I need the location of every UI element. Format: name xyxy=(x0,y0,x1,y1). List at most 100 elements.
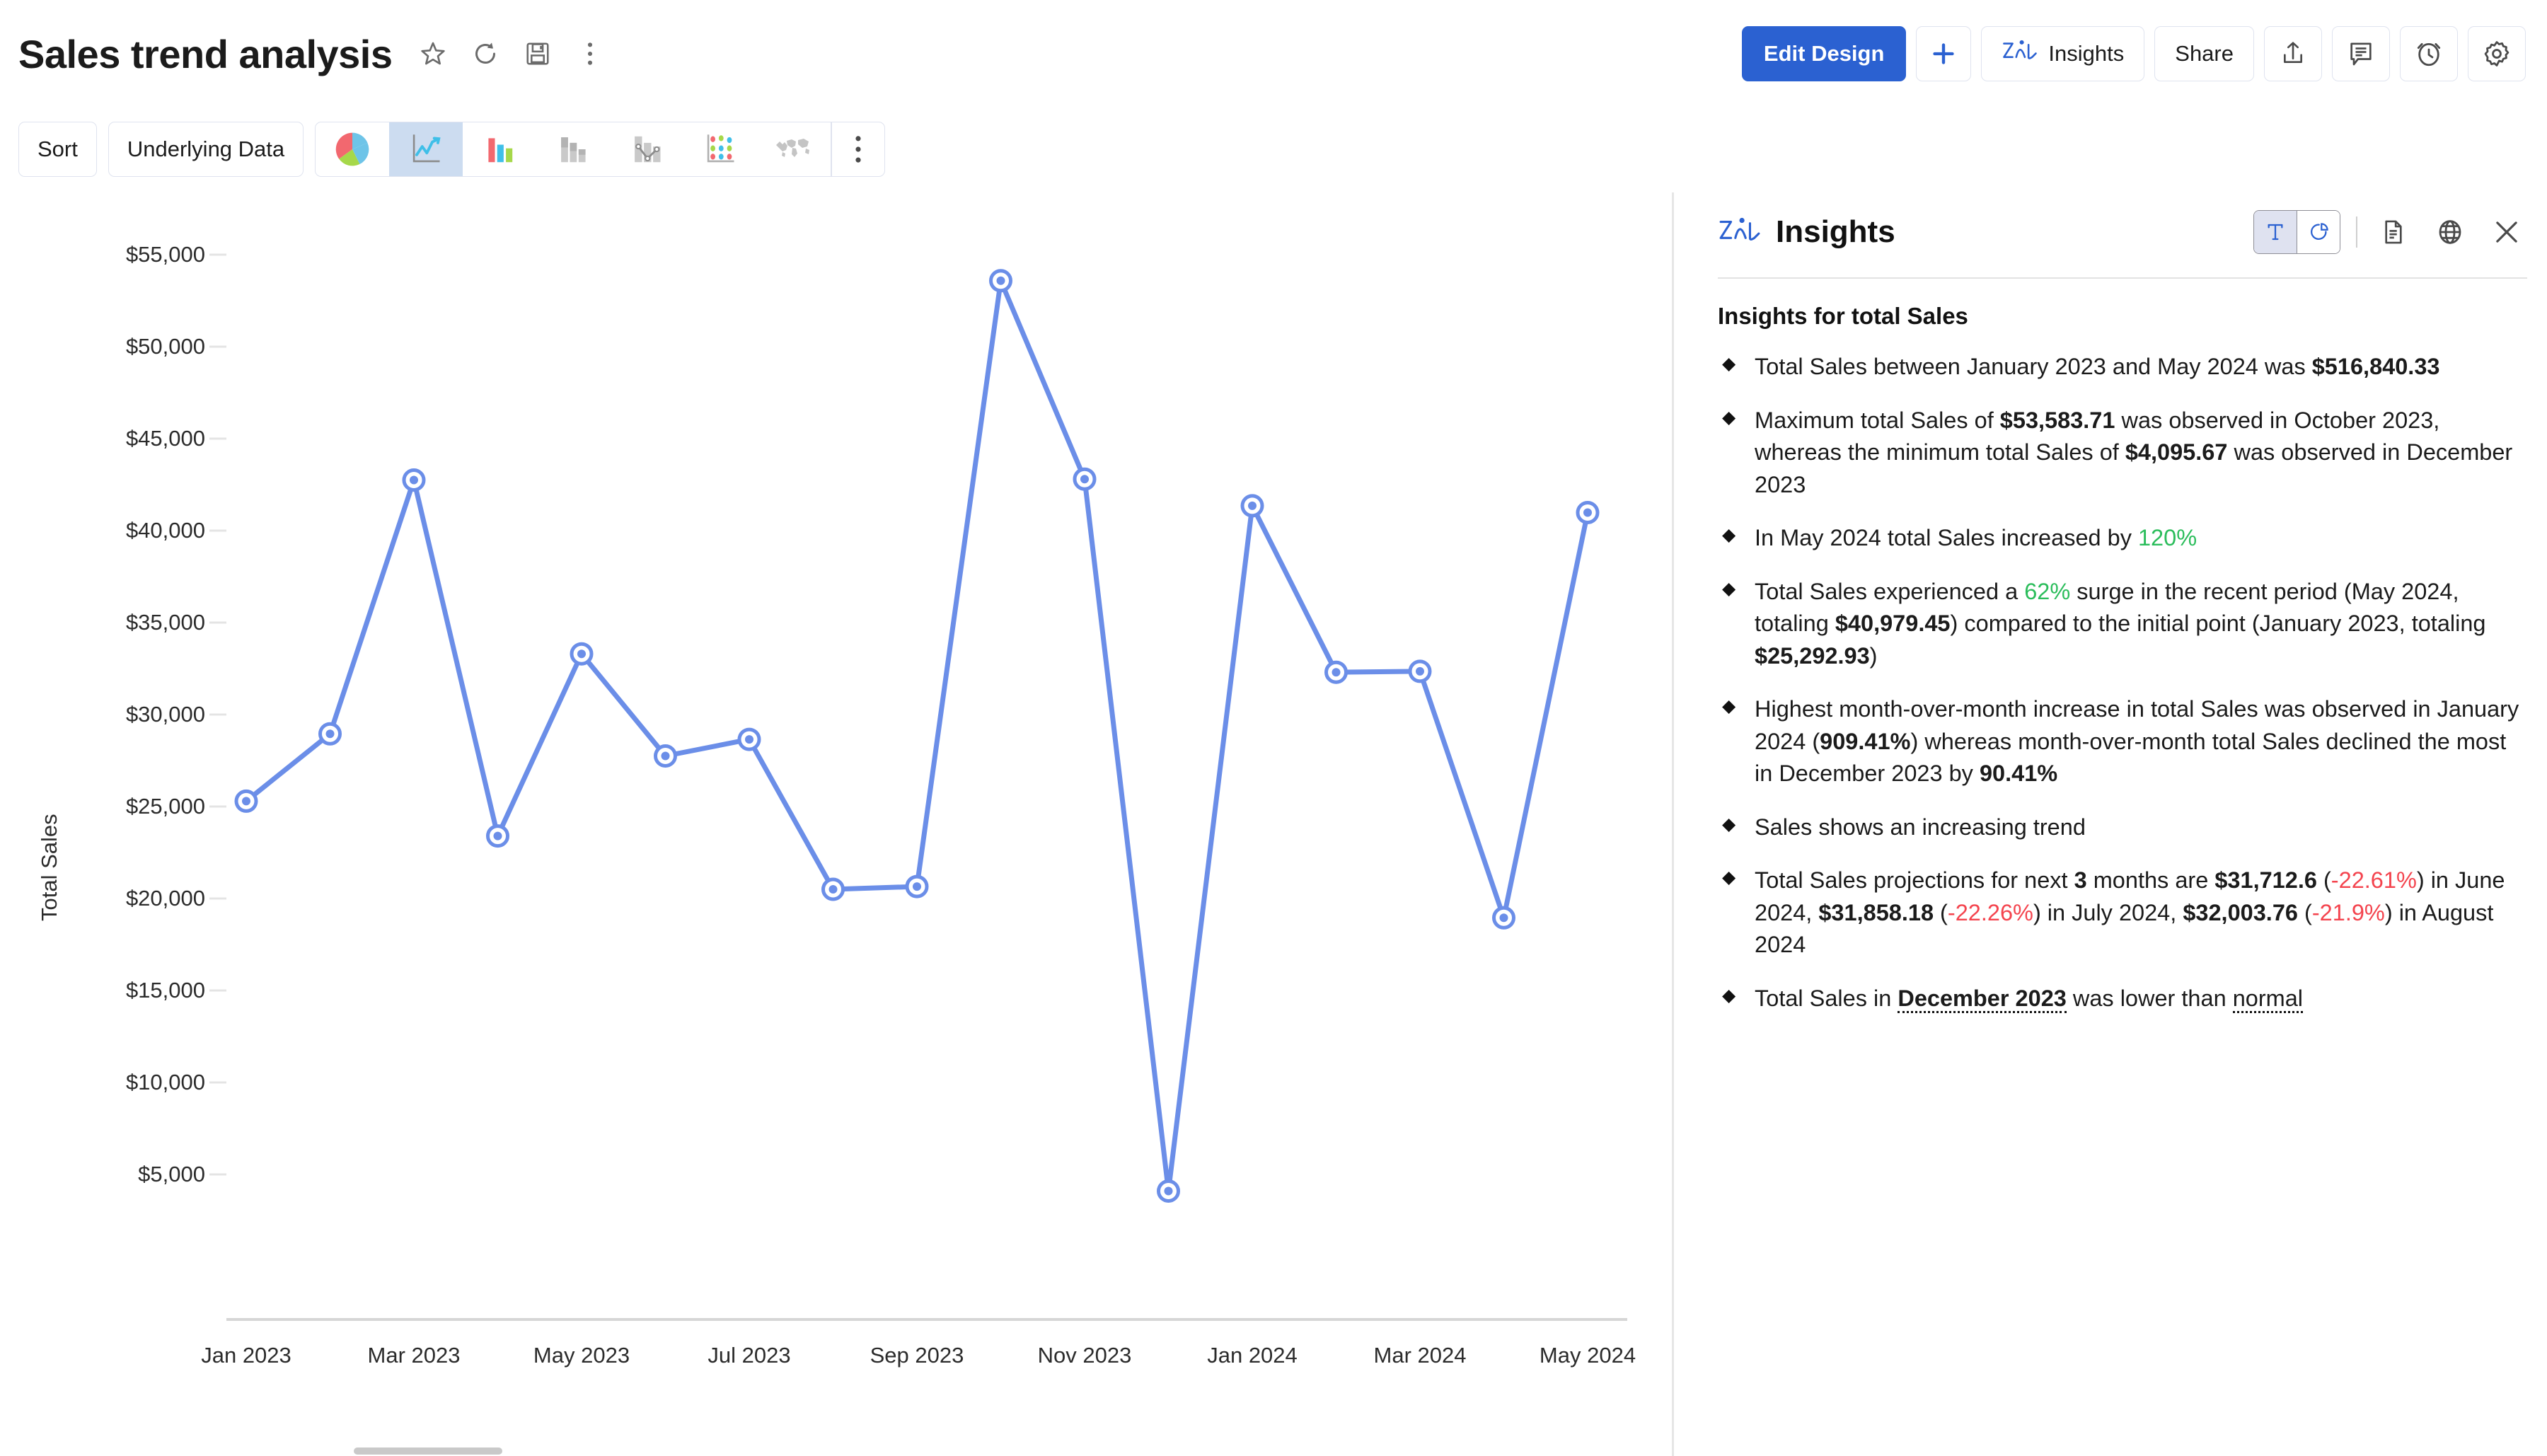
y-axis-gridline xyxy=(209,529,226,532)
insight-text-fragment: 3 xyxy=(2074,867,2087,893)
chart-type-line[interactable] xyxy=(389,122,463,176)
chart-type-bar[interactable] xyxy=(463,122,536,176)
data-point-dot xyxy=(1332,668,1341,677)
data-point-dot xyxy=(1164,1186,1173,1196)
underlying-data-button[interactable]: Underlying Data xyxy=(108,122,304,177)
y-axis-tick-label: $10,000 xyxy=(125,1070,205,1094)
data-point-dot xyxy=(1499,913,1508,923)
data-point-dot xyxy=(1416,666,1424,676)
chart-type-stacked-bar[interactable] xyxy=(536,122,610,176)
insights-button[interactable]: Insights xyxy=(1981,26,2145,81)
more-options-icon[interactable] xyxy=(568,32,612,76)
insight-text-fragment: 90.41% xyxy=(1979,761,2058,786)
line-chart-plot[interactable] xyxy=(226,192,1627,1456)
export-icon[interactable] xyxy=(2264,26,2322,81)
data-point-dot xyxy=(493,831,502,840)
insight-item-december-anomaly: Total Sales in December 2023 was lower t… xyxy=(1718,983,2527,1015)
insight-text-fragment: $53,583.71 xyxy=(1999,407,2115,433)
edit-design-button[interactable]: Edit Design xyxy=(1741,26,1907,81)
insight-text-fragment: $516,840.33 xyxy=(2311,354,2440,379)
insight-text-fragment: ) in July 2024, xyxy=(2033,899,2183,925)
insight-text-fragment: Total Sales projections for next xyxy=(1755,867,2074,893)
y-axis-gridline xyxy=(209,1081,226,1084)
data-point-dot xyxy=(745,735,753,744)
insight-text-fragment: $4,095.67 xyxy=(2125,439,2228,465)
insights-header-tools xyxy=(2253,210,2528,254)
insight-item-total-sales-range: Total Sales between January 2023 and May… xyxy=(1718,351,2527,383)
chart-more-options-icon[interactable] xyxy=(832,122,884,176)
data-point-dot xyxy=(1248,501,1257,510)
y-axis-tick-label: $5,000 xyxy=(138,1162,205,1186)
insights-chart-view-toggle[interactable] xyxy=(2297,211,2340,253)
insight-text-fragment: -21.9% xyxy=(2311,899,2385,925)
x-axis-tick-label: Nov 2023 xyxy=(1037,1343,1132,1368)
y-axis-tick-label: $15,000 xyxy=(125,978,205,1003)
insight-text-fragment[interactable]: normal xyxy=(2232,985,2304,1013)
insight-item-recent-surge: Total Sales experienced a 62% surge in t… xyxy=(1718,576,2527,673)
refresh-icon[interactable] xyxy=(463,32,507,76)
zia-logo-icon xyxy=(2002,37,2038,70)
insight-text-fragment: months are xyxy=(2086,867,2215,893)
globe-icon[interactable] xyxy=(2430,212,2471,253)
insight-item-mom-change: Highest month-over-month increase in tot… xyxy=(1718,693,2527,790)
insight-text-fragment: ( xyxy=(2298,899,2312,925)
insight-text-fragment: 909.41% xyxy=(1820,728,1911,754)
insight-text-fragment: ( xyxy=(1934,899,1948,925)
y-axis-gridline xyxy=(209,621,226,624)
save-icon[interactable] xyxy=(516,32,560,76)
insight-text-fragment: $31,858.18 xyxy=(1818,899,1934,925)
y-axis-tick-label: $55,000 xyxy=(125,242,205,267)
y-axis-gridline xyxy=(209,897,226,900)
y-axis-tick-label: $35,000 xyxy=(125,610,205,635)
y-axis-ticks: $55,000 $50,000 $45,000 $40,000 $35,000 $30,0… xyxy=(0,192,205,1456)
comment-icon[interactable] xyxy=(2332,26,2390,81)
title-action-icons xyxy=(411,32,612,76)
chart-type-bubble[interactable] xyxy=(683,122,757,176)
insight-item-may-2024-increase: In May 2024 total Sales increased by 120… xyxy=(1718,522,2527,555)
insight-text-fragment: Maximum total Sales of xyxy=(1755,407,2000,433)
data-point-dot xyxy=(828,885,838,894)
add-button[interactable] xyxy=(1916,26,1972,81)
y-axis-gridline xyxy=(209,805,226,808)
page-title: Sales trend analysis xyxy=(18,31,393,76)
chart-type-pie[interactable] xyxy=(316,122,389,176)
insight-text-fragment: Total Sales in xyxy=(1755,985,1898,1011)
app-header: Sales trend analysis Edit Design Insight… xyxy=(0,0,2547,108)
document-export-icon[interactable] xyxy=(2373,212,2414,253)
x-axis-line xyxy=(226,1318,1627,1321)
insight-text-fragment[interactable]: December 2023 xyxy=(1898,985,2067,1013)
insight-text-fragment: Total Sales experienced a xyxy=(1755,578,2025,604)
y-axis-tick-label: $25,000 xyxy=(125,794,205,819)
y-axis-gridline xyxy=(209,253,226,256)
insights-text-view-toggle[interactable] xyxy=(2253,211,2297,253)
insights-subtitle: Insights for total Sales xyxy=(1718,303,1968,329)
x-axis-tick-label: May 2023 xyxy=(533,1343,630,1368)
chart-svg xyxy=(234,269,1600,1203)
header-right-actions: Edit Design Insights Share xyxy=(1741,26,2547,81)
chart-type-map[interactable] xyxy=(757,122,831,176)
chart-type-combo[interactable] xyxy=(610,122,683,176)
insights-panel-header: Insights xyxy=(1718,192,2527,272)
zia-logo-icon xyxy=(1718,214,1762,250)
insights-header-rule xyxy=(1718,277,2527,279)
close-icon[interactable] xyxy=(2486,212,2527,253)
data-point-dot xyxy=(1583,508,1592,517)
insights-panel-title: Insights xyxy=(1776,214,1895,249)
data-point-dot xyxy=(577,649,586,659)
alert-clock-icon[interactable] xyxy=(2400,26,2458,81)
horizontal-scrollbar[interactable] xyxy=(354,1448,502,1455)
data-point-dot xyxy=(996,276,1005,285)
x-axis-tick-label: Mar 2024 xyxy=(1373,1343,1467,1368)
insight-item-max-min-sales: Maximum total Sales of $53,583.71 was ob… xyxy=(1718,405,2527,502)
insight-text-fragment: ) compared to the initial point (January… xyxy=(1950,611,2486,636)
chart-line xyxy=(243,278,1590,1194)
insight-text-fragment: ) xyxy=(1869,642,1878,669)
data-point-dot xyxy=(1080,475,1089,484)
insight-text-fragment: $40,979.45 xyxy=(1835,611,1951,636)
settings-gear-icon[interactable] xyxy=(2468,26,2526,81)
sort-button[interactable]: Sort xyxy=(18,122,97,177)
favorite-star-icon[interactable] xyxy=(411,32,455,76)
share-button[interactable]: Share xyxy=(2154,26,2254,81)
y-axis-gridline xyxy=(209,437,226,440)
chart-panel: Total Sales $55,000 $50,000 $45,000 $40,000… xyxy=(0,192,1664,1456)
